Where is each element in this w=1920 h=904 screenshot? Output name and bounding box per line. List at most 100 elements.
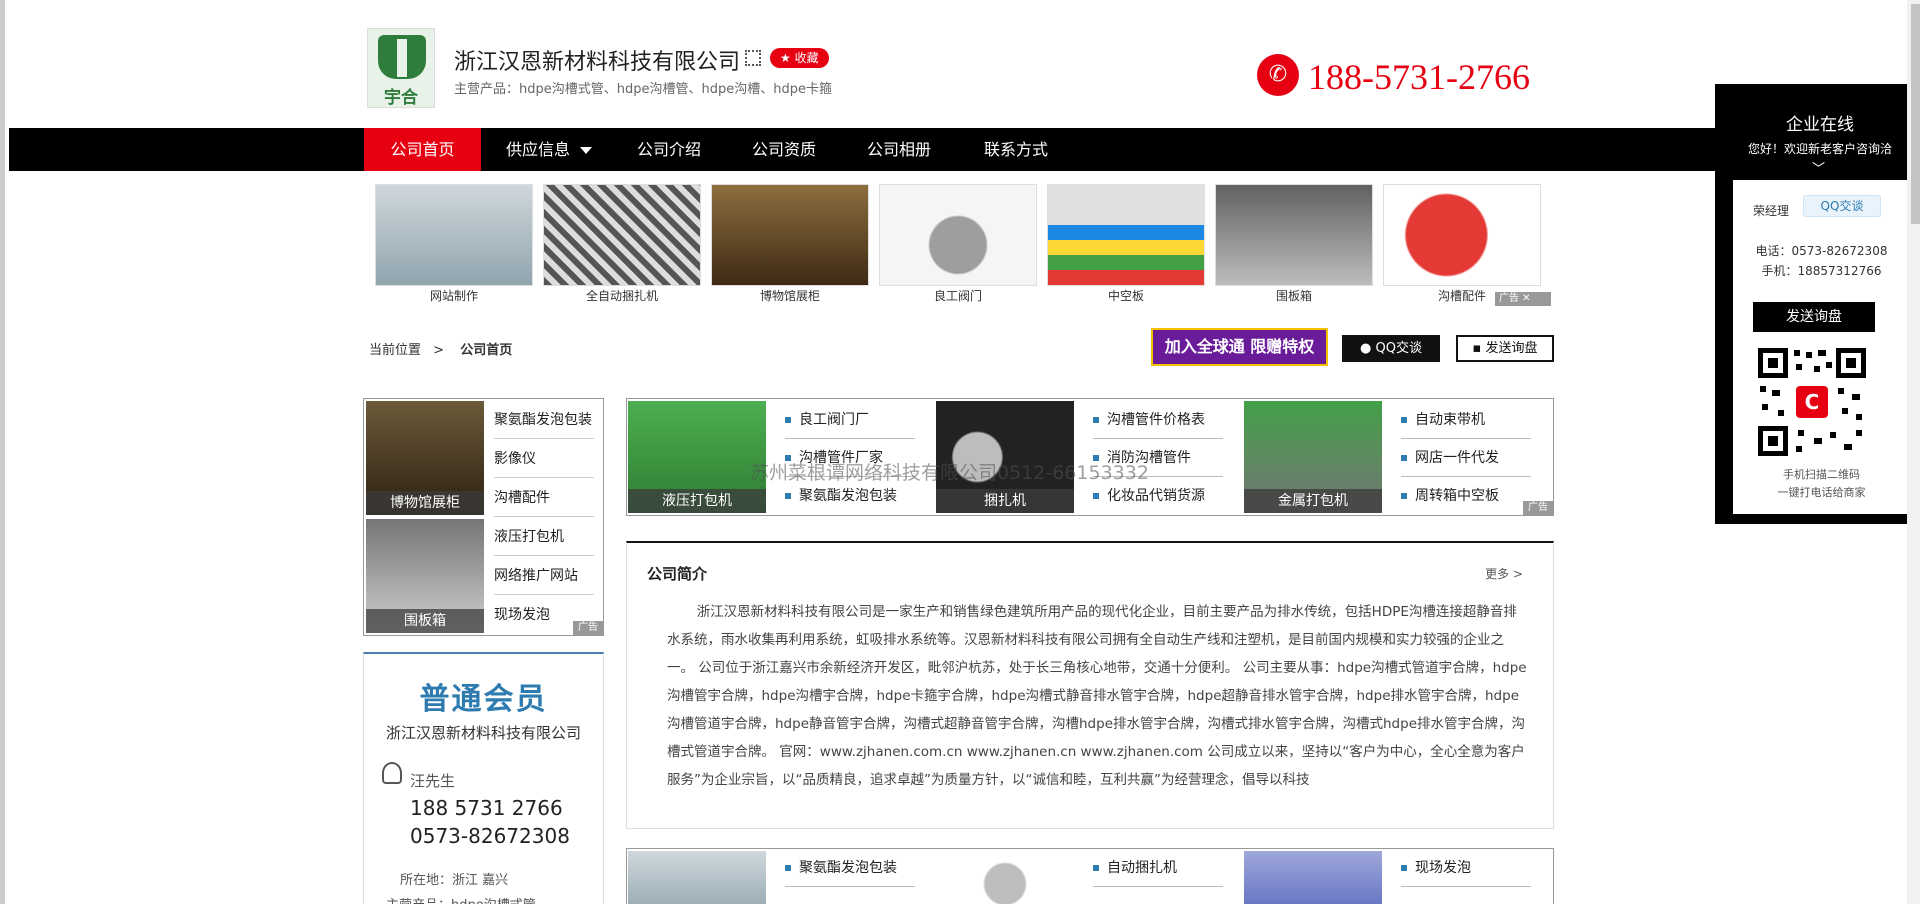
join-global-button[interactable]: 加入全球通 限赠特权 — [1151, 328, 1328, 366]
qr-note-1: 手机扫描二维码 — [1783, 468, 1860, 481]
qq-chat-label: QQ交谈 — [1375, 341, 1422, 356]
phone-icon: ✆ — [1257, 54, 1299, 96]
ad-thumb[interactable]: 良工阀门 — [879, 184, 1037, 304]
logo-text: 宇合 — [384, 88, 418, 108]
qr-code-icon[interactable] — [745, 50, 761, 66]
qr-note-2: 一键打电话给商家 — [1777, 486, 1866, 499]
left-ad-image[interactable]: 博物馆展柜 — [366, 401, 484, 515]
ad-caption: 围板箱 — [1275, 289, 1312, 303]
nav-album[interactable]: 公司相册 — [849, 128, 949, 171]
left-ad-image[interactable]: 围板箱 — [366, 519, 484, 633]
nav-supply[interactable]: 供应信息 — [489, 128, 609, 171]
nav-about[interactable]: 公司介绍 — [619, 128, 719, 171]
qr-code-graphic: C — [1758, 348, 1866, 456]
mid-ad-image[interactable]: 金属打包机 — [1244, 401, 1382, 513]
ad-image — [1383, 184, 1541, 286]
ad-caption: 博物馆展柜 — [759, 289, 820, 303]
mid-ad-group: 液压打包机 良工阀门厂 沟槽管件厂家 聚氨酯发泡包装 — [627, 401, 935, 513]
intro-more-link[interactable]: 更多 > — [1485, 565, 1523, 582]
member-tel: 0573-82672308 — [410, 824, 570, 848]
member-location: 所在地：浙江 嘉兴 — [400, 873, 509, 888]
send-inquiry-button[interactable]: ▪ 发送询盘 — [1456, 335, 1554, 362]
qq-chat-button[interactable]: ● QQ交谈 — [1342, 335, 1440, 362]
left-ad-link[interactable]: 液压打包机 — [494, 518, 594, 556]
bottom-ad-box: 聚氨酯发泡包装 自动捆扎机 现场发泡 — [626, 848, 1554, 904]
ad-image — [879, 184, 1037, 286]
bottom-ad-link[interactable]: 聚氨酯发泡包装 — [785, 849, 915, 887]
online-service-panel: 企业在线 您好！欢迎新老客户咨询洽 ﹀ 荣经理 QQ交谈 电话：0573-826… — [1715, 84, 1920, 524]
mid-ad-link[interactable]: 自动束带机 — [1401, 401, 1531, 439]
member-products: 主营产品：hdpe沟槽式管 — [386, 894, 536, 904]
mid-ad-link[interactable]: 周转箱中空板 — [1401, 477, 1531, 515]
scrollbar-thumb[interactable] — [1911, 4, 1920, 224]
nav-contact[interactable]: 联系方式 — [966, 128, 1066, 171]
ad-thumb[interactable]: 沟槽配件 — [1383, 184, 1541, 304]
member-badge: 普通会员 — [419, 682, 548, 717]
ad-thumb[interactable]: 围板箱 — [1215, 184, 1373, 304]
ad-caption: 良工阀门 — [933, 289, 982, 303]
mid-ad-link[interactable]: 网店一件代发 — [1401, 439, 1531, 477]
panel-mobile: 手机：18857312766 — [1761, 264, 1882, 278]
bottom-ad-link[interactable]: 现场发泡 — [1401, 849, 1531, 887]
mid-ad-image[interactable]: 捆扎机 — [936, 401, 1074, 513]
mid-ad-box: 液压打包机 良工阀门厂 沟槽管件厂家 聚氨酯发泡包装 捆扎机 沟槽管件价格表 消… — [626, 398, 1554, 516]
ad-thumb[interactable]: 全自动捆扎机 — [543, 184, 701, 304]
left-ad-link[interactable]: 沟槽配件 — [494, 479, 594, 517]
member-card: 普通会员 浙江汉恩新材料科技有限公司 汪先生 188 5731 2766 057… — [363, 652, 604, 904]
ad-strip: 网站制作 全自动捆扎机 博物馆展柜 良工阀门 中空板 围板箱 沟槽配件 — [375, 184, 1555, 304]
left-ad-box: 博物馆展柜 围板箱 聚氨酯发泡包装 影像仪 沟槽配件 液压打包机 网络推广网站 … — [363, 398, 604, 636]
favorite-button[interactable]: ★ 收藏 — [770, 48, 829, 68]
bottom-ad-image[interactable] — [628, 851, 766, 904]
breadcrumb-current[interactable]: 公司首页 — [460, 343, 512, 358]
intro-body: 浙江汉恩新材料科技有限公司是一家生产和销售绿色建筑所用产品的现代化企业，目前主要… — [667, 604, 1527, 788]
left-ad-image-label: 博物馆展柜 — [366, 491, 484, 515]
nav-qualification-label: 公司资质 — [751, 140, 816, 159]
chat-bubble-icon: ▪ — [1472, 341, 1486, 356]
nav-qualification[interactable]: 公司资质 — [734, 128, 834, 171]
panel-tel: 电话：0573-82672308 — [1755, 244, 1888, 258]
qq-icon: ● — [1360, 341, 1376, 356]
ad-close-tag[interactable]: 广告 ✕ — [1495, 292, 1551, 306]
mid-ad-group: 金属打包机 自动束带机 网店一件代发 周转箱中空板 — [1243, 401, 1551, 513]
mid-ad-image[interactable]: 液压打包机 — [628, 401, 766, 513]
nav-supply-label: 供应信息 — [505, 140, 570, 159]
nav-about-label: 公司介绍 — [636, 140, 701, 159]
mid-ad-link[interactable]: 良工阀门厂 — [785, 401, 915, 439]
main-nav: 公司首页 供应信息 公司介绍 公司资质 公司相册 联系方式 — [9, 128, 1909, 171]
company-intro: 公司简介 更多 > 浙江汉恩新材料科技有限公司是一家生产和销售绿色建筑所用产品的… — [626, 541, 1554, 829]
breadcrumb: 当前位置 > 公司首页 — [369, 339, 512, 358]
scrollbar[interactable] — [1907, 0, 1920, 904]
header: 宇合 浙江汉恩新材料科技有限公司 ★ 收藏 主营产品：hdpe沟槽式管、hdpe… — [367, 28, 1547, 112]
intro-title: 公司简介 — [647, 565, 708, 583]
mid-ad-group: 捆扎机 沟槽管件价格表 消防沟槽管件 化妆品代销货源 — [935, 401, 1243, 513]
ad-tag: 广告 — [1523, 501, 1553, 515]
nav-contact-label: 联系方式 — [983, 140, 1048, 159]
left-ad-link[interactable]: 网络推广网站 — [494, 557, 594, 595]
ad-thumb[interactable]: 中空板 — [1047, 184, 1205, 304]
chevron-down-icon[interactable]: ﹀ — [1812, 158, 1825, 177]
nav-home[interactable]: 公司首页 — [364, 128, 481, 171]
left-ad-link[interactable]: 影像仪 — [494, 440, 594, 478]
bottom-ad-image[interactable] — [936, 851, 1074, 904]
ad-image — [711, 184, 869, 286]
breadcrumb-prefix: 当前位置 — [369, 343, 422, 358]
panel-qq-button[interactable]: QQ交谈 — [1803, 195, 1881, 217]
bottom-ad-link[interactable]: 自动捆扎机 — [1093, 849, 1223, 887]
company-logo[interactable]: 宇合 — [367, 28, 435, 108]
user-icon — [382, 762, 402, 784]
logo-mark-icon — [378, 35, 426, 79]
ad-thumb[interactable]: 网站制作 — [375, 184, 533, 304]
contact-name: 汪先生 — [410, 772, 456, 790]
main-products: 主营产品：hdpe沟槽式管、hdpe沟槽管、hdpe沟槽、hdpe卡箍 — [454, 82, 832, 97]
ad-image — [375, 184, 533, 286]
panel-inquiry-button[interactable]: 发送询盘 — [1753, 302, 1875, 332]
manager-name: 荣经理 — [1753, 204, 1790, 218]
watermark: 苏州菜根谭网络科技有限公司0512-66153332 — [750, 462, 1149, 484]
chevron-down-icon — [580, 147, 592, 154]
bottom-ad-image[interactable] — [1244, 851, 1382, 904]
left-ad-link[interactable]: 聚氨酯发泡包装 — [494, 401, 594, 439]
mid-ad-link[interactable]: 沟槽管件价格表 — [1093, 401, 1223, 439]
qr-code-icon: C — [1758, 348, 1866, 456]
left-ad-image-label: 围板箱 — [366, 609, 484, 633]
ad-thumb[interactable]: 博物馆展柜 — [711, 184, 869, 304]
